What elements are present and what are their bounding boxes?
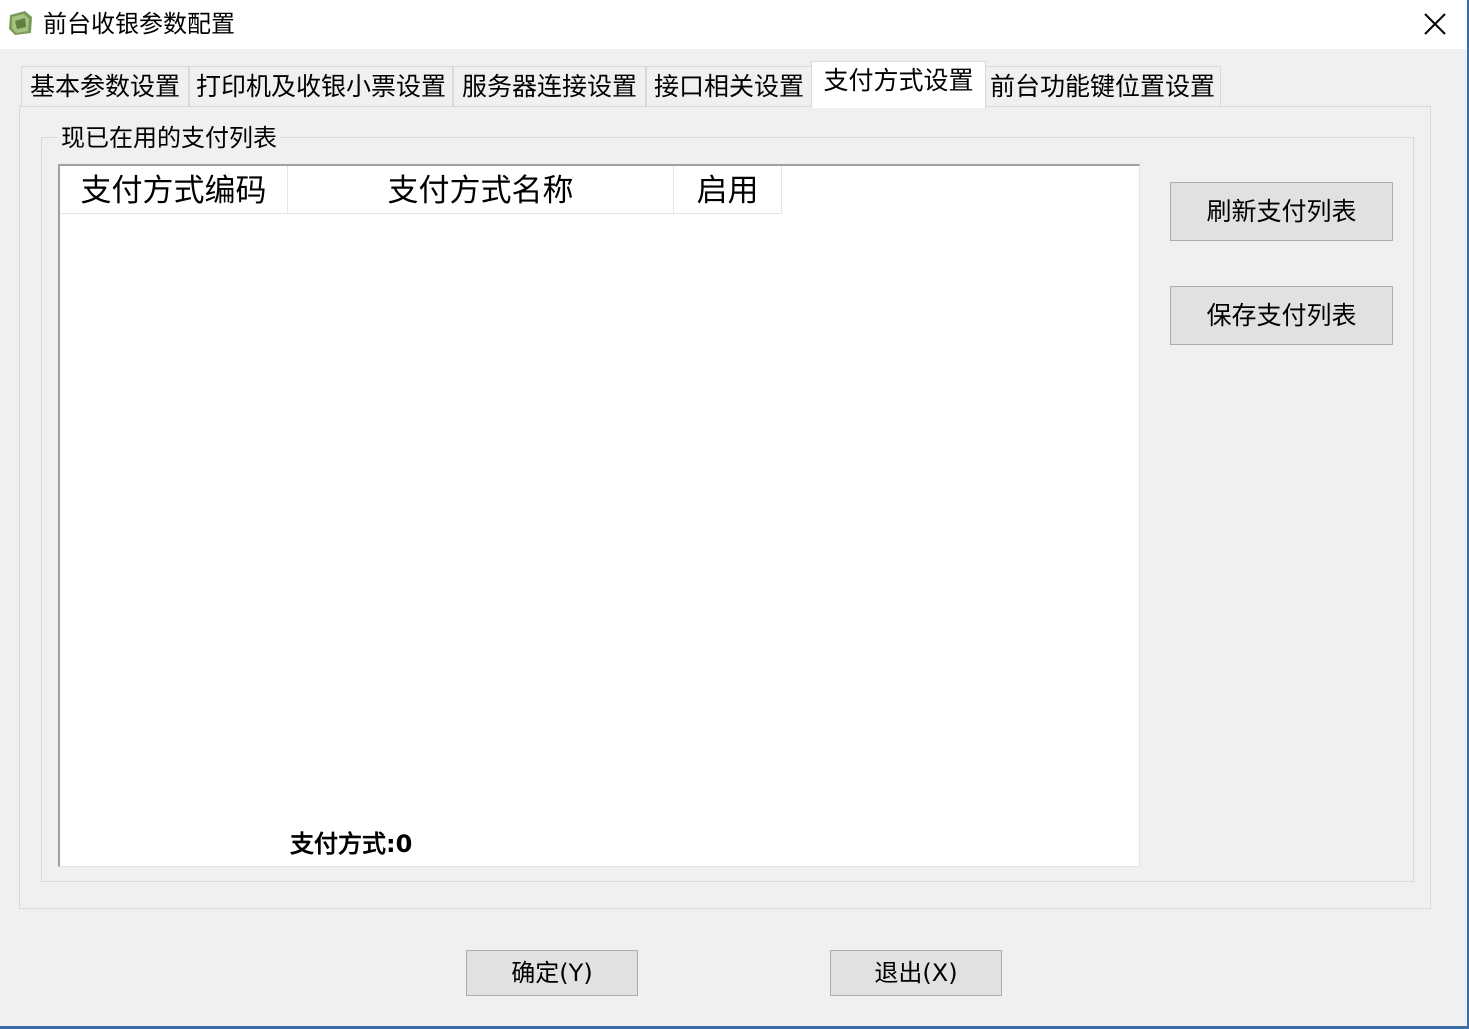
payment-settings-panel: 现已在用的支付列表 支付方式编码 支付方式名称 启用 支付方式:0 刷新支付列表… <box>19 106 1431 909</box>
payment-list[interactable]: 支付方式编码 支付方式名称 启用 支付方式:0 <box>58 164 1140 867</box>
window-title: 前台收银参数配置 <box>43 10 235 38</box>
refresh-payment-list-button[interactable]: 刷新支付列表 <box>1170 182 1393 241</box>
tab-interface[interactable]: 接口相关设置 <box>646 66 812 106</box>
tab-server-connection[interactable]: 服务器连接设置 <box>453 66 646 106</box>
column-enabled[interactable]: 启用 <box>674 166 782 214</box>
payment-list-group: 现已在用的支付列表 支付方式编码 支付方式名称 启用 支付方式:0 <box>41 124 1414 882</box>
tab-payment-methods[interactable]: 支付方式设置 <box>811 61 986 108</box>
column-payment-code[interactable]: 支付方式编码 <box>60 166 288 214</box>
list-header: 支付方式编码 支付方式名称 启用 <box>60 166 782 214</box>
ok-button[interactable]: 确定(Y) <box>466 950 638 996</box>
config-window: 前台收银参数配置 基本参数设置 打印机及收银小票设置 服务器连接设置 接口相关设… <box>0 0 1469 1029</box>
close-button[interactable] <box>1417 6 1453 42</box>
app-icon <box>7 9 35 37</box>
save-payment-list-button[interactable]: 保存支付列表 <box>1170 286 1393 345</box>
tab-function-keys[interactable]: 前台功能键位置设置 <box>984 66 1221 106</box>
exit-button[interactable]: 退出(X) <box>830 950 1002 996</box>
tab-printer-receipt[interactable]: 打印机及收银小票设置 <box>189 66 453 106</box>
title-bar: 前台收银参数配置 <box>0 0 1467 49</box>
column-payment-name[interactable]: 支付方式名称 <box>288 166 674 214</box>
close-icon <box>1424 13 1446 35</box>
payment-count: 支付方式:0 <box>290 830 413 858</box>
group-label: 现已在用的支付列表 <box>58 124 280 152</box>
tab-basic-params[interactable]: 基本参数设置 <box>21 66 189 106</box>
